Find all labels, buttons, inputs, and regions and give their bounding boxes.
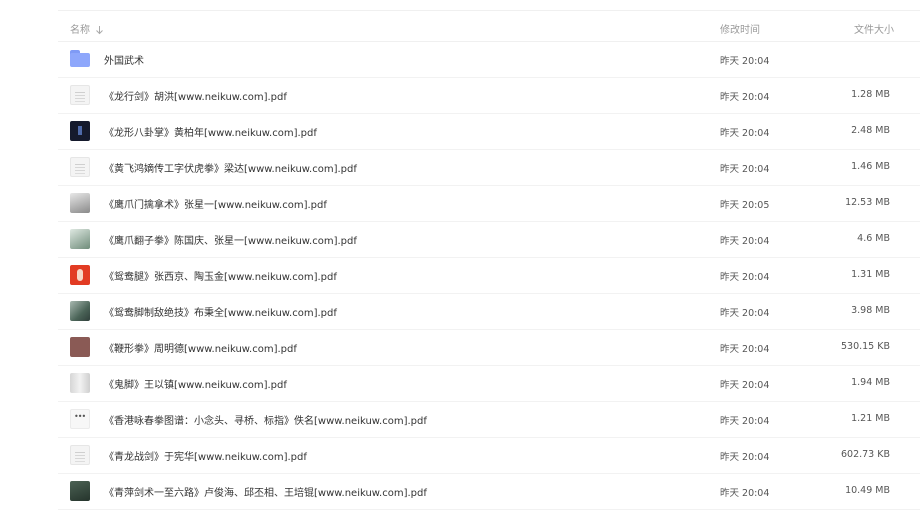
pdf-thumbnail — [70, 481, 90, 501]
size-column-header[interactable]: 文件大小 — [854, 21, 894, 36]
list-header: 名称 修改时间 文件大小 — [58, 11, 920, 42]
file-size: 12.53 MB — [845, 197, 890, 208]
modified-time: 昨天 20:04 — [720, 452, 770, 463]
pdf-thumbnail — [70, 193, 90, 213]
pdf-thumbnail — [70, 121, 90, 141]
file-size: 2.48 MB — [851, 125, 890, 136]
file-row[interactable]: 《香港咏春拳图谱：小念头、寻桥、标指》佚名[www.neikuw.com].pd… — [58, 401, 920, 438]
pdf-thumbnail — [70, 337, 90, 357]
folder-icon — [70, 49, 90, 69]
name-column-label: 名称 — [70, 25, 90, 36]
modified-time: 昨天 20:04 — [720, 56, 770, 67]
modified-time: 昨天 20:05 — [720, 200, 770, 211]
file-name[interactable]: 《鸳鸯脚制敌绝技》布秉全[www.neikuw.com].pdf — [104, 304, 337, 319]
file-name[interactable]: 《青龙战剑》于宪华[www.neikuw.com].pdf — [104, 448, 307, 463]
modified-time: 昨天 20:04 — [720, 416, 770, 427]
modified-time: 昨天 20:04 — [720, 272, 770, 283]
file-size: 4.6 MB — [857, 233, 890, 244]
file-row[interactable]: 《龙形八卦掌》黄柏年[www.neikuw.com].pdf 昨天 20:04 … — [58, 113, 920, 150]
file-size: 1.21 MB — [851, 413, 890, 424]
file-size: 1.46 MB — [851, 161, 890, 172]
modified-time: 昨天 20:04 — [720, 236, 770, 247]
pdf-thumbnail — [70, 229, 90, 249]
modified-time: 昨天 20:04 — [720, 128, 770, 139]
file-name[interactable]: 《黄飞鸿嫡传工字伏虎拳》梁达[www.neikuw.com].pdf — [104, 160, 357, 175]
sort-down-arrow-icon[interactable] — [95, 25, 104, 35]
file-name[interactable]: 《香港咏春拳图谱：小念头、寻桥、标指》佚名[www.neikuw.com].pd… — [104, 412, 427, 427]
file-name[interactable]: 《鹰爪门擒拿术》张星一[www.neikuw.com].pdf — [104, 196, 327, 211]
file-name[interactable]: 《鹰爪翻子拳》陈国庆、张星一[www.neikuw.com].pdf — [104, 232, 357, 247]
file-name[interactable]: 《鞭形拳》周明德[www.neikuw.com].pdf — [104, 340, 297, 355]
modified-time: 昨天 20:04 — [720, 488, 770, 499]
file-row[interactable]: 《鹰爪门擒拿术》张星一[www.neikuw.com].pdf 昨天 20:05… — [58, 185, 920, 222]
file-name[interactable]: 《龙形八卦掌》黄柏年[www.neikuw.com].pdf — [104, 124, 317, 139]
file-row[interactable]: 《青萍剑术一至六路》卢俊海、邱丕相、王培锟[www.neikuw.com].pd… — [58, 473, 920, 510]
folder-row[interactable]: 外国武术 昨天 20:04 — [58, 41, 920, 78]
file-row[interactable]: 《鸳鸯脚制敌绝技》布秉全[www.neikuw.com].pdf 昨天 20:0… — [58, 293, 920, 330]
pdf-thumbnail — [70, 445, 90, 465]
modified-time: 昨天 20:04 — [720, 92, 770, 103]
pdf-thumbnail — [70, 85, 90, 105]
file-name[interactable]: 《龙行剑》胡洪[www.neikuw.com].pdf — [104, 88, 287, 103]
file-row[interactable]: 《鞭形拳》周明德[www.neikuw.com].pdf 昨天 20:04 53… — [58, 329, 920, 366]
modified-time: 昨天 20:04 — [720, 344, 770, 355]
file-row[interactable]: 《鹰爪翻子拳》陈国庆、张星一[www.neikuw.com].pdf 昨天 20… — [58, 221, 920, 258]
modified-time: 昨天 20:04 — [720, 380, 770, 391]
pdf-thumbnail — [70, 157, 90, 177]
time-column-header[interactable]: 修改时间 — [720, 21, 760, 36]
file-row[interactable]: 《青龙战剑》于宪华[www.neikuw.com].pdf 昨天 20:04 6… — [58, 437, 920, 474]
pdf-thumbnail — [70, 373, 90, 393]
pdf-thumbnail — [70, 409, 90, 429]
file-name[interactable]: 《鸳鸯腿》张西京、陶玉金[www.neikuw.com].pdf — [104, 268, 337, 283]
file-size: 3.98 MB — [851, 305, 890, 316]
file-size: 10.49 MB — [845, 485, 890, 496]
file-list: 名称 修改时间 文件大小 外国武术 昨天 20:04 《龙行剑》胡洪[www.n… — [0, 0, 920, 513]
pdf-thumbnail — [70, 301, 90, 321]
file-name[interactable]: 《鬼脚》王以镇[www.neikuw.com].pdf — [104, 376, 287, 391]
file-name[interactable]: 《青萍剑术一至六路》卢俊海、邱丕相、王培锟[www.neikuw.com].pd… — [104, 484, 427, 499]
file-size: 602.73 KB — [840, 449, 890, 460]
file-name[interactable]: 外国武术 — [104, 52, 144, 67]
modified-time: 昨天 20:04 — [720, 164, 770, 175]
file-size: 1.28 MB — [851, 89, 890, 100]
file-row[interactable]: 《鬼脚》王以镇[www.neikuw.com].pdf 昨天 20:04 1.9… — [58, 365, 920, 402]
file-size: 530.15 KB — [840, 341, 890, 352]
file-size: 1.94 MB — [851, 377, 890, 388]
name-column-header[interactable]: 名称 — [70, 21, 104, 36]
modified-time: 昨天 20:04 — [720, 308, 770, 319]
file-row[interactable]: 《龙行剑》胡洪[www.neikuw.com].pdf 昨天 20:04 1.2… — [58, 77, 920, 114]
file-row[interactable]: 《黄飞鸿嫡传工字伏虎拳》梁达[www.neikuw.com].pdf 昨天 20… — [58, 149, 920, 186]
file-row[interactable]: 《鸳鸯腿》张西京、陶玉金[www.neikuw.com].pdf 昨天 20:0… — [58, 257, 920, 294]
pdf-thumbnail — [70, 265, 90, 285]
file-size: 1.31 MB — [851, 269, 890, 280]
